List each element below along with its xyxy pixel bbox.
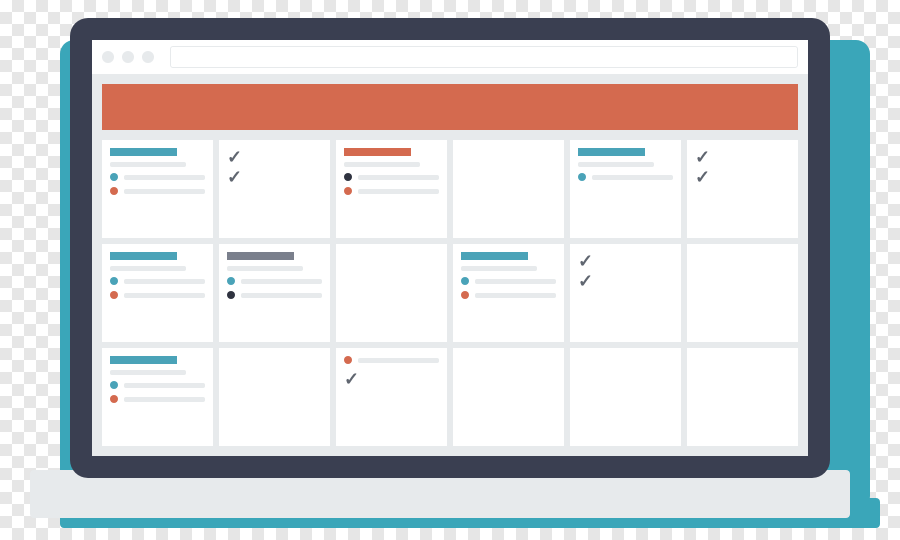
list-item: [227, 277, 322, 285]
list-item: [344, 173, 439, 181]
text-line: [592, 175, 673, 180]
text-line: [358, 358, 439, 363]
content-grid: ✓✓✓✓✓✓✓: [92, 140, 808, 456]
text-line: [227, 266, 303, 271]
grid-cell[interactable]: ✓✓: [687, 140, 798, 238]
text-line: [578, 162, 654, 167]
bullet-icon: [344, 187, 352, 195]
card-accent: [578, 148, 645, 156]
card-accent: [344, 148, 411, 156]
check-icon: ✓: [695, 168, 710, 186]
address-bar[interactable]: [170, 46, 798, 68]
list-item: [344, 187, 439, 195]
check-list: ✓✓: [578, 252, 673, 290]
list-item: [227, 291, 322, 299]
grid-cell[interactable]: [219, 244, 330, 342]
grid-cell[interactable]: [453, 140, 564, 238]
text-line: [358, 189, 439, 194]
text-line: [124, 397, 205, 402]
grid-cell[interactable]: [219, 348, 330, 446]
bullet-icon: [344, 173, 352, 181]
list-item: [110, 291, 205, 299]
window-titlebar: [92, 40, 808, 74]
window-button-close[interactable]: [102, 51, 114, 63]
bullet-icon: [110, 395, 118, 403]
check-icon: ✓: [578, 272, 593, 290]
list-item: [110, 381, 205, 389]
grid-cell[interactable]: [453, 244, 564, 342]
list-item: [110, 173, 205, 181]
text-line: [124, 293, 205, 298]
grid-cell[interactable]: [336, 244, 447, 342]
bullet-icon: [110, 187, 118, 195]
card-accent: [461, 252, 528, 260]
grid-cell[interactable]: [687, 348, 798, 446]
bullet-icon: [110, 277, 118, 285]
list-item: [110, 187, 205, 195]
list-item: [344, 356, 439, 364]
text-line: [110, 266, 186, 271]
check-list: ✓✓: [695, 148, 790, 186]
bullet-icon: [461, 277, 469, 285]
card-accent: [227, 252, 294, 260]
grid-cell[interactable]: ✓: [336, 348, 447, 446]
page-header-band: [102, 84, 798, 130]
list-item: [461, 291, 556, 299]
text-line: [475, 293, 556, 298]
card-accent: [110, 148, 177, 156]
grid-cell[interactable]: [102, 348, 213, 446]
list-item: [461, 277, 556, 285]
bullet-icon: [227, 291, 235, 299]
text-line: [241, 279, 322, 284]
text-line: [124, 189, 205, 194]
window-button-max[interactable]: [142, 51, 154, 63]
bullet-icon: [227, 277, 235, 285]
grid-cell[interactable]: [570, 348, 681, 446]
grid-cell[interactable]: ✓✓: [570, 244, 681, 342]
grid-cell[interactable]: ✓✓: [219, 140, 330, 238]
grid-cell[interactable]: [102, 140, 213, 238]
bullet-icon: [461, 291, 469, 299]
window-button-min[interactable]: [122, 51, 134, 63]
check-icon: ✓: [344, 370, 439, 388]
list-item: [578, 173, 673, 181]
grid-cell[interactable]: [687, 244, 798, 342]
text-line: [358, 175, 439, 180]
list-item: [110, 395, 205, 403]
text-line: [124, 175, 205, 180]
check-icon: ✓: [695, 148, 710, 166]
text-line: [124, 279, 205, 284]
text-line: [110, 370, 186, 375]
grid-cell[interactable]: [102, 244, 213, 342]
text-line: [241, 293, 322, 298]
grid-cell[interactable]: [570, 140, 681, 238]
check-list: ✓✓: [227, 148, 322, 186]
bullet-icon: [110, 381, 118, 389]
grid-cell[interactable]: [453, 348, 564, 446]
bullet-icon: [110, 173, 118, 181]
check-icon: ✓: [227, 148, 242, 166]
list-item: [110, 277, 205, 285]
laptop-frame: ✓✓✓✓✓✓✓: [70, 18, 830, 478]
text-line: [110, 162, 186, 167]
grid-cell[interactable]: [336, 140, 447, 238]
card-accent: [110, 356, 177, 364]
card-accent: [110, 252, 177, 260]
check-icon: ✓: [227, 168, 242, 186]
bullet-icon: [578, 173, 586, 181]
text-line: [344, 162, 420, 167]
text-line: [461, 266, 537, 271]
bullet-icon: [110, 291, 118, 299]
bullet-icon: [344, 356, 352, 364]
text-line: [475, 279, 556, 284]
text-line: [124, 383, 205, 388]
check-icon: ✓: [578, 252, 593, 270]
screen: ✓✓✓✓✓✓✓: [92, 40, 808, 456]
